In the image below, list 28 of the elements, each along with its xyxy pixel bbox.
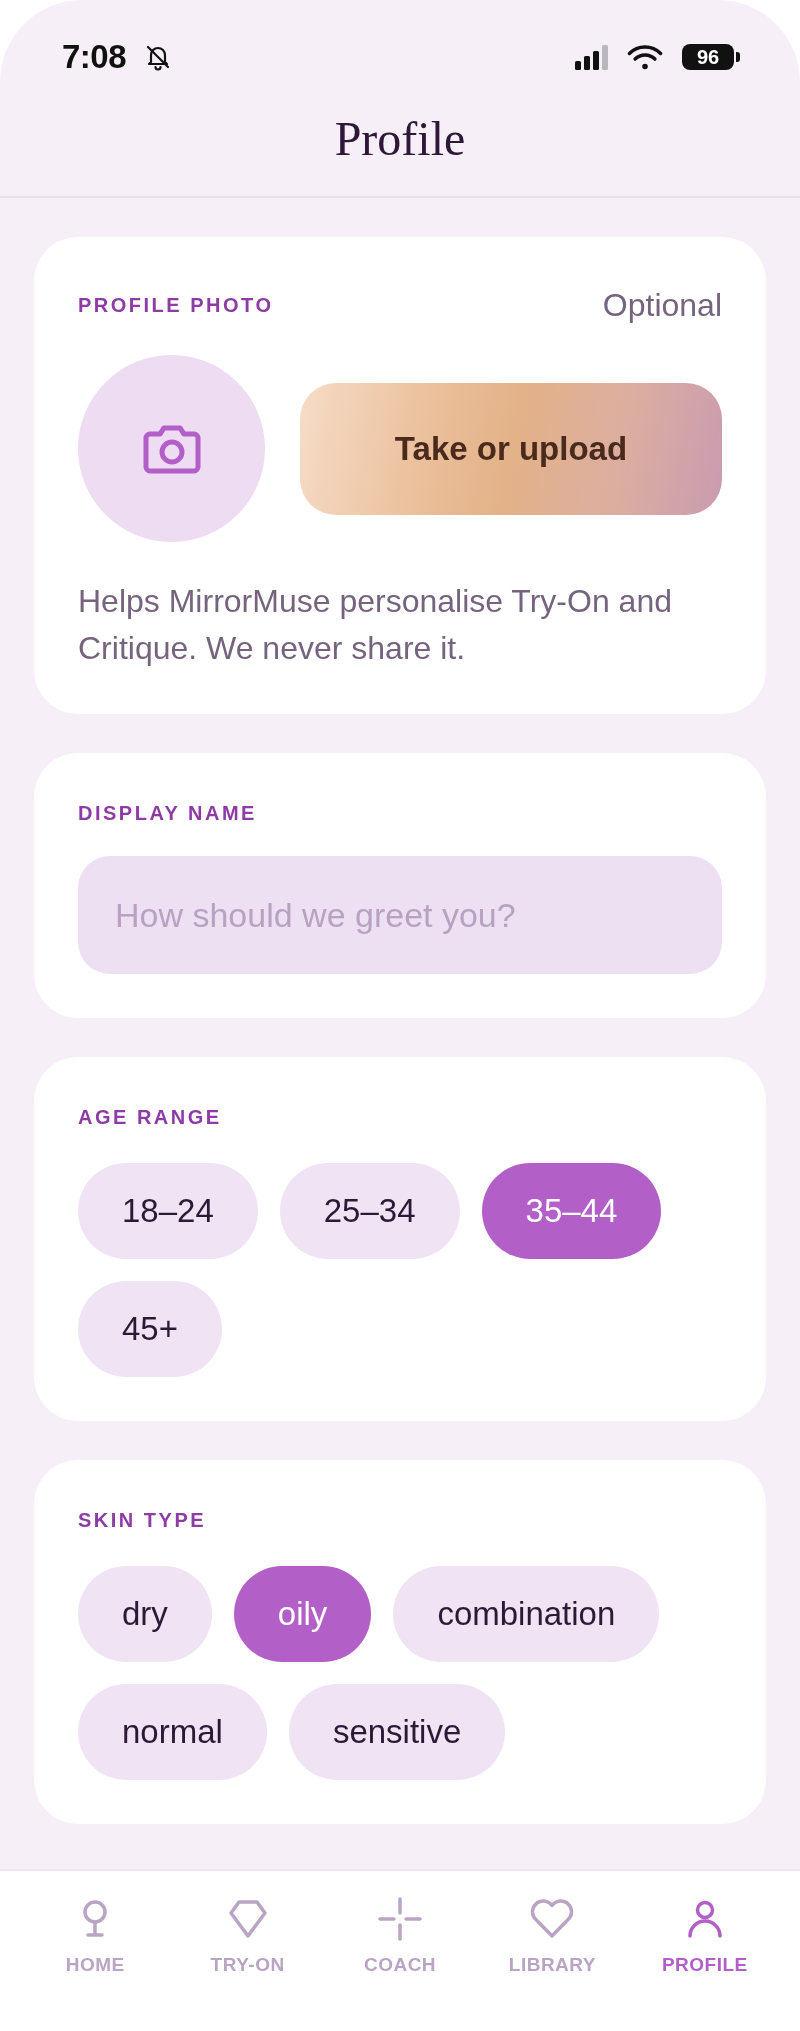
optional-note: Optional [602,286,722,324]
option-chip[interactable]: combination [393,1566,660,1662]
upload-button[interactable]: Take or upload [300,382,722,515]
section-label: PROFILE PHOTO [78,293,274,317]
option-chip[interactable]: 45+ [78,1281,222,1377]
option-chip[interactable]: sensitive [288,1684,506,1780]
option-chip[interactable]: oily [233,1566,372,1662]
person-icon [686,1900,723,1938]
status-time: 7:08 [62,38,127,76]
section-label: DISPLAY NAME [78,801,258,825]
option-chip[interactable]: 18–24 [78,1163,258,1259]
nav-tab[interactable]: PROFILE [628,1897,782,1976]
crosshair-icon [378,1897,422,1941]
signal-icon [575,44,608,70]
option-chip[interactable]: dry [78,1566,212,1662]
hand-mirror-icon [81,1900,110,1938]
section-label: AGE RANGE [78,1105,223,1129]
battery-indicator: 96 [682,44,740,70]
wifi-icon [626,43,664,71]
diamond-icon [227,1899,268,1939]
heart-icon [529,1899,576,1939]
page-title: Profile [334,110,466,166]
helper-text: Helps MirrorMuse personalise Try-On and Critique. We never share it. [78,582,673,668]
option-chip[interactable]: 25–34 [279,1163,460,1259]
section-label: SKIN TYPE [78,1508,208,1532]
name-input-field[interactable]: How should we greet you? [78,856,722,974]
option-chip[interactable]: 35–44 [481,1163,662,1259]
option-chip[interactable]: normal [78,1684,267,1780]
